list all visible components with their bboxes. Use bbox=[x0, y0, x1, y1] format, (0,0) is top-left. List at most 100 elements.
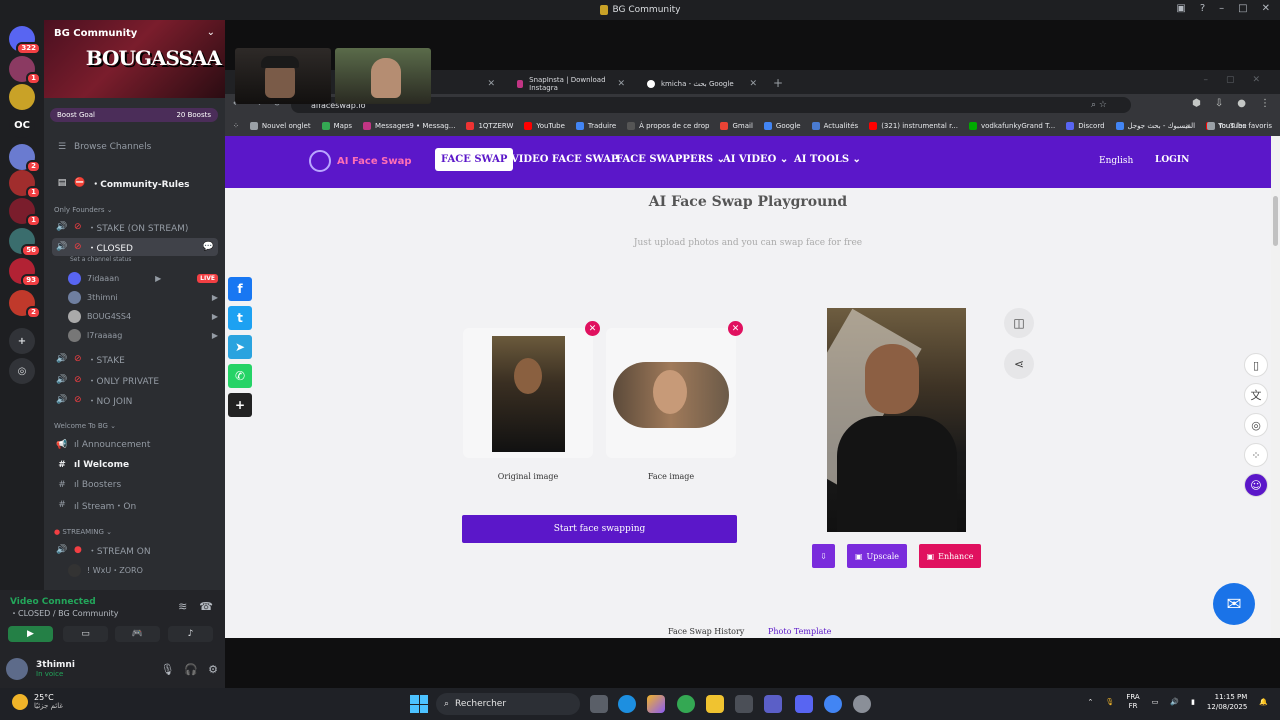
voice-user[interactable]: 3thimni ▶ bbox=[68, 289, 218, 306]
disconnect-icon[interactable]: ☎ bbox=[199, 600, 213, 613]
voice-channel-stream-on[interactable]: 🔊 ● ・STREAM ON bbox=[52, 541, 218, 559]
chat-icon[interactable]: 💬 bbox=[203, 242, 214, 252]
remove-face-icon[interactable]: ✕ bbox=[728, 321, 743, 336]
server-icon[interactable]: 1 bbox=[9, 56, 41, 85]
nav-video-face-swap[interactable]: VIDEO FACE SWAP bbox=[511, 154, 618, 165]
voice-location[interactable]: ・CLOSED / BG Community bbox=[10, 608, 119, 619]
twitter-share-icon[interactable]: t bbox=[228, 306, 252, 330]
upscale-button[interactable]: ▣ Upscale bbox=[847, 544, 907, 568]
close-icon[interactable]: ✕ bbox=[1262, 3, 1270, 14]
server-icon[interactable]: 322 bbox=[9, 26, 41, 55]
close-tab-icon[interactable]: ✕ bbox=[487, 79, 495, 89]
close-tab-icon[interactable]: ✕ bbox=[617, 79, 625, 89]
battery-icon[interactable]: ▮ bbox=[1191, 698, 1195, 706]
bookmark-item[interactable]: Gmail bbox=[720, 122, 753, 130]
language-indicator[interactable]: FRA FR bbox=[1126, 693, 1139, 711]
chat-support-icon[interactable]: ✉ bbox=[1213, 583, 1255, 625]
boost-goal-bar[interactable]: Boost Goal 20 Boosts bbox=[50, 108, 218, 122]
channel-stream-on[interactable]: # ıl Stream・On bbox=[52, 496, 218, 514]
mic-icon[interactable]: 🎙 bbox=[160, 663, 174, 676]
bookmark-item[interactable]: YouTube bbox=[524, 122, 565, 130]
target-icon[interactable]: ◎ bbox=[1244, 413, 1268, 437]
zoom-icon[interactable]: ⌕ ☆ bbox=[1091, 100, 1107, 110]
copilot-icon[interactable] bbox=[647, 695, 665, 713]
assistant-icon[interactable]: ☺ bbox=[1244, 473, 1268, 497]
nav-face-swap[interactable]: FACE SWAP bbox=[435, 148, 514, 171]
language-select[interactable]: English bbox=[1099, 156, 1133, 166]
bookmark-item[interactable]: Discord bbox=[1066, 122, 1105, 130]
discord-icon[interactable] bbox=[795, 695, 813, 713]
server-icon[interactable]: OC bbox=[9, 112, 35, 138]
stream-preview[interactable] bbox=[235, 48, 331, 104]
mic-icon[interactable]: 🎙 bbox=[1105, 698, 1114, 706]
download-button[interactable]: ⇩ bbox=[812, 544, 835, 568]
translate-icon[interactable]: 文 bbox=[1244, 383, 1268, 407]
extension-icon[interactable]: ⬢ bbox=[1192, 98, 1201, 109]
voice-channel-only-private[interactable]: 🔊 ⊘ ・ONLY PRIVATE bbox=[52, 371, 218, 389]
notifications-icon[interactable]: 🔔 bbox=[1259, 698, 1268, 706]
clock[interactable]: 11:15 PM 12/08/2025 bbox=[1207, 692, 1247, 712]
face-image-card[interactable]: ✕ bbox=[606, 321, 743, 458]
whatsapp-share-icon[interactable]: ✆ bbox=[228, 364, 252, 388]
compare-icon[interactable]: ◫ bbox=[1004, 308, 1034, 338]
bookmark-item[interactable]: À propos de ce drop bbox=[627, 122, 709, 130]
store-icon[interactable] bbox=[735, 695, 753, 713]
channel-welcome[interactable]: # ıl Welcome bbox=[52, 456, 218, 474]
channel-announcement[interactable]: 📢 ıl Announcement bbox=[52, 436, 218, 454]
tab-google[interactable]: kmicha - بحث Google ✕ bbox=[637, 74, 767, 94]
bookmark-item[interactable]: 1QTZERW bbox=[466, 122, 513, 130]
new-tab-icon[interactable]: + bbox=[773, 76, 783, 90]
activity-button[interactable]: 🎮 bbox=[115, 626, 160, 642]
inbox-icon[interactable]: ▣ bbox=[1176, 3, 1185, 14]
photo-template-link[interactable]: Photo Template bbox=[768, 627, 831, 636]
profile-icon[interactable]: ● bbox=[1237, 98, 1246, 109]
bookmark-item[interactable]: Messages9 • Messag... bbox=[363, 122, 455, 130]
teams-icon[interactable] bbox=[764, 695, 782, 713]
chrome-profile-icon[interactable] bbox=[824, 695, 842, 713]
chevron-down-icon[interactable]: ⌄ bbox=[207, 27, 215, 38]
help-icon[interactable]: ? bbox=[1200, 3, 1205, 14]
login-button[interactable]: LOGIN bbox=[1155, 155, 1189, 165]
page-scrollbar[interactable] bbox=[1271, 136, 1280, 638]
minimize-icon[interactable]: – bbox=[1203, 75, 1208, 85]
task-view-icon[interactable] bbox=[590, 695, 608, 713]
bookmark-item[interactable]: Nouvel onglet bbox=[249, 122, 311, 130]
share-icon[interactable]: ⋖ bbox=[1004, 349, 1034, 379]
user-panel[interactable]: 3thimni In voice 🎙 🎧 ⚙ bbox=[6, 654, 218, 684]
more-bookmarks-icon[interactable]: » bbox=[1186, 122, 1190, 130]
taskbar-search[interactable]: ⌕ Rechercher bbox=[436, 693, 580, 715]
discover-icon[interactable]: ◎ bbox=[9, 358, 35, 384]
network-icon[interactable]: ▭ bbox=[1152, 698, 1159, 706]
noise-icon[interactable]: ≋ bbox=[178, 600, 187, 613]
volume-icon[interactable]: 🔊 bbox=[1170, 698, 1179, 706]
headphones-icon[interactable]: 🎧 bbox=[184, 663, 198, 676]
bookmark-item[interactable]: Traduire bbox=[575, 122, 616, 130]
browse-channels[interactable]: ☰ Browse Channels bbox=[52, 138, 218, 156]
chrome-icon[interactable] bbox=[677, 695, 695, 713]
voice-channel-stake-stream[interactable]: 🔊 ⊘ ・STAKE (ON STREAM) bbox=[52, 218, 218, 236]
screen-share-button[interactable]: ▭ bbox=[63, 626, 108, 642]
weather-widget[interactable]: 25°C غائم جزئيًا bbox=[12, 693, 63, 710]
server-banner[interactable]: BG Community ⌄ BOUGASSAA bbox=[44, 20, 225, 98]
nav-ai-tools[interactable]: AI TOOLS ⌄ bbox=[794, 154, 861, 165]
category-welcome[interactable]: Welcome To BG ⌄ bbox=[54, 422, 116, 430]
stream-preview[interactable] bbox=[335, 48, 431, 104]
category-only-founders[interactable]: Only Founders ⌄ bbox=[54, 206, 113, 214]
edge-icon[interactable] bbox=[618, 695, 636, 713]
camera-button[interactable]: ▶ bbox=[8, 626, 53, 642]
telegram-share-icon[interactable]: ➤ bbox=[228, 335, 252, 359]
apps-grid-icon[interactable]: ⁘ bbox=[233, 122, 239, 130]
voice-user[interactable]: ! WxU・ZORO bbox=[68, 562, 218, 579]
bookmark-item[interactable]: الفيسبوك - بحث جوجل bbox=[1115, 122, 1195, 130]
category-streaming[interactable]: ● STREAMING ⌄ bbox=[54, 528, 112, 536]
minimize-icon[interactable]: – bbox=[1219, 3, 1224, 14]
channel-rules[interactable]: ▤ ⛔ ・Community-Rules bbox=[52, 174, 218, 192]
server-icon[interactable]: 2 bbox=[9, 144, 41, 173]
site-logo[interactable]: AI Face Swap bbox=[309, 150, 411, 172]
channel-status[interactable]: Set a channel status bbox=[70, 256, 131, 263]
server-icon[interactable]: 1 bbox=[9, 170, 41, 199]
server-icon[interactable]: 1 bbox=[9, 198, 41, 227]
chevron-up-icon[interactable]: ⌃ bbox=[1088, 698, 1094, 706]
voice-user[interactable]: l7raaaag ▶ bbox=[68, 327, 218, 344]
book-icon[interactable]: ▯ bbox=[1244, 353, 1268, 377]
